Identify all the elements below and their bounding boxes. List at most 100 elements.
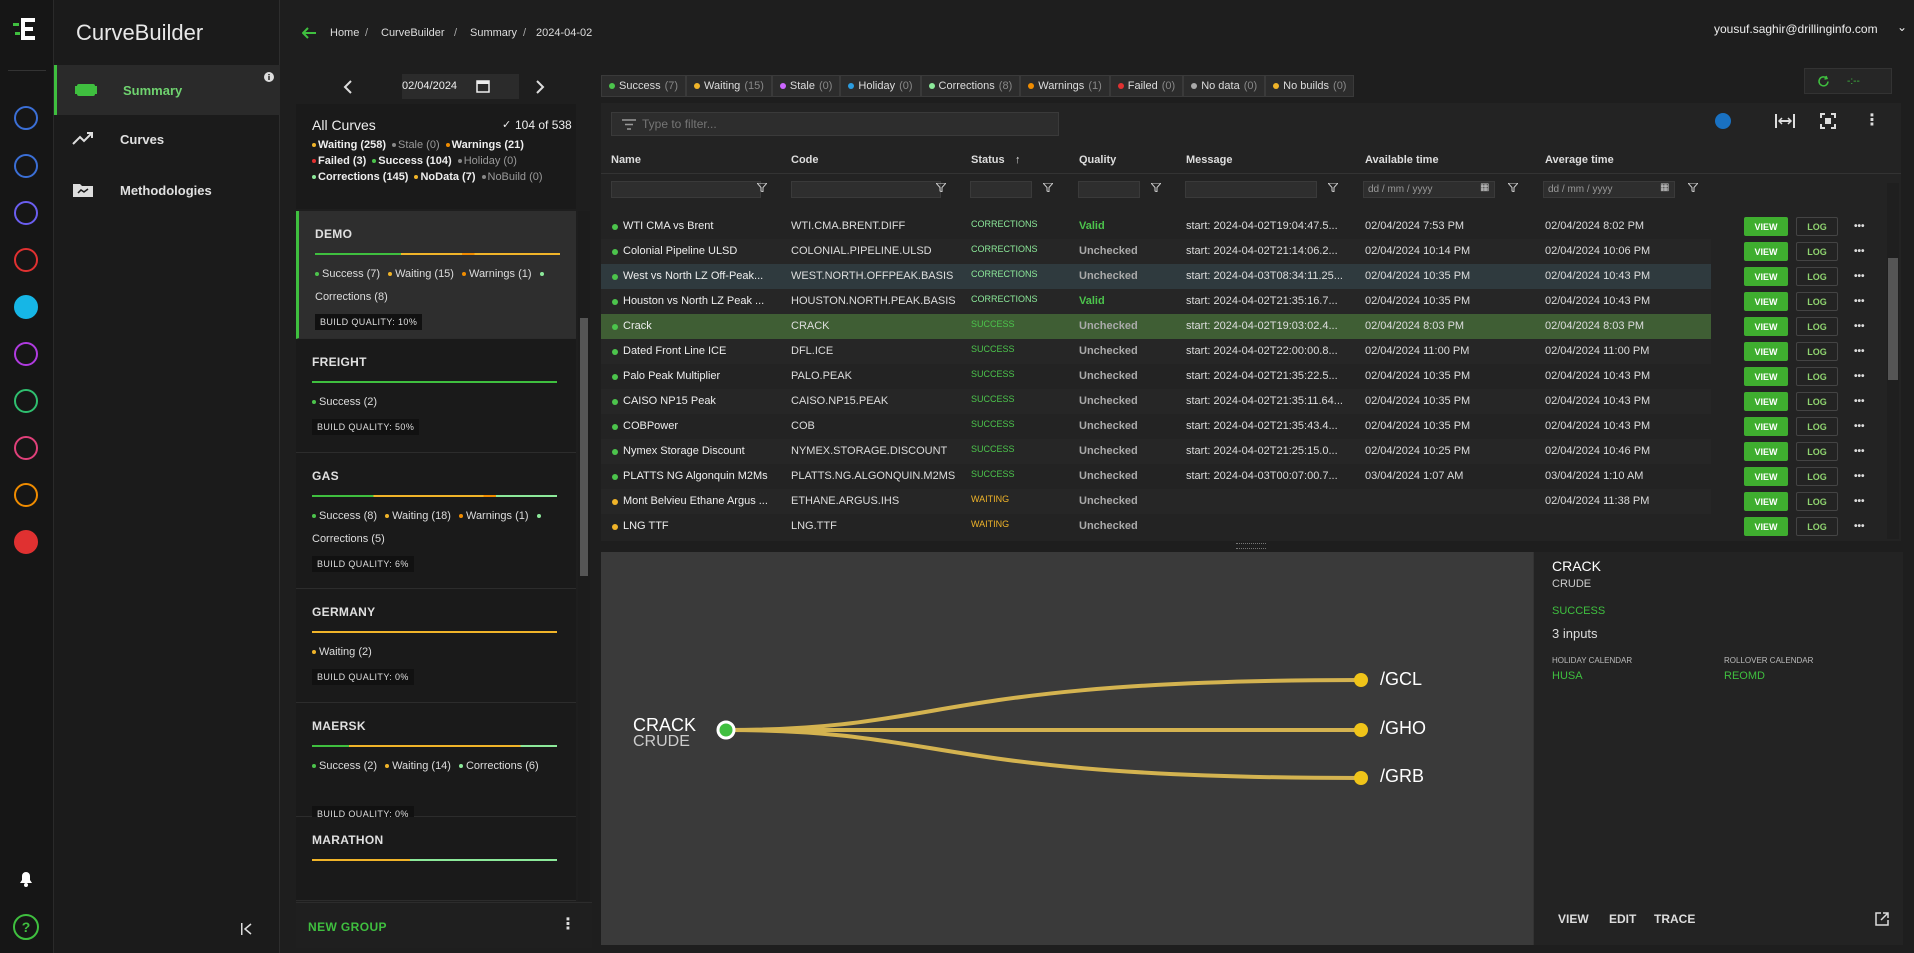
- table-row[interactable]: CAISO NP15 Peak CAISO.NP15.PEAK SUCCESS Unc…: [601, 389, 1711, 414]
- table-row[interactable]: LNG TTF LNG.TTF WAITING Unchecked: [601, 514, 1711, 539]
- view-button[interactable]: VIEW: [1744, 492, 1788, 511]
- row-menu-icon[interactable]: •••: [1854, 496, 1865, 507]
- quality-filter-input[interactable]: [1078, 181, 1140, 198]
- table-row[interactable]: Houston vs North LZ Peak ... HOUSTON.NORT…: [601, 289, 1711, 314]
- table-row[interactable]: West vs North LZ Off-Peak... WEST.NORTH.O…: [601, 264, 1711, 289]
- view-button[interactable]: VIEW: [1744, 442, 1788, 461]
- power-icon[interactable]: [14, 530, 38, 554]
- log-button[interactable]: LOG: [1796, 517, 1838, 536]
- log-button[interactable]: LOG: [1796, 292, 1838, 311]
- funnel-icon[interactable]: [1328, 183, 1338, 192]
- fit-width-icon[interactable]: [1775, 114, 1795, 128]
- collapse-icon[interactable]: [240, 922, 254, 936]
- monitor-icon[interactable]: [14, 201, 38, 225]
- group-card-demo[interactable]: DEMO Success (7) Waiting (15) Warnings (1) C…: [296, 211, 576, 339]
- table-row[interactable]: Nymex Storage Discount NYMEX.STORAGE.DISC…: [601, 439, 1711, 464]
- column-status[interactable]: Status: [971, 154, 1005, 166]
- bank-icon[interactable]: [14, 106, 38, 130]
- row-menu-icon[interactable]: •••: [1854, 521, 1865, 532]
- chevron-down-icon[interactable]: ⌄: [1897, 20, 1907, 34]
- log-button[interactable]: LOG: [1796, 267, 1838, 286]
- status-chip-stale[interactable]: Stale (0): [771, 75, 841, 97]
- curve-stat[interactable]: Waiting (258): [312, 137, 386, 153]
- funnel-icon[interactable]: [757, 183, 767, 192]
- status-filter-input[interactable]: [970, 181, 1032, 198]
- row-menu-icon[interactable]: •••: [1854, 396, 1865, 407]
- help-icon[interactable]: ?: [12, 913, 40, 941]
- curve-stat[interactable]: Holiday (0): [457, 153, 517, 169]
- log-button[interactable]: LOG: [1796, 417, 1838, 436]
- view-button[interactable]: VIEW: [1744, 342, 1788, 361]
- group-card-marathon[interactable]: MARATHON: [296, 817, 576, 901]
- status-chip-success[interactable]: Success (7): [601, 75, 687, 97]
- log-button[interactable]: LOG: [1796, 367, 1838, 386]
- info-icon[interactable]: [264, 72, 274, 82]
- table-row[interactable]: Dated Front Line ICE DFL.ICE SUCCESS Unchec…: [601, 339, 1711, 364]
- status-chip-warnings[interactable]: Warnings (1): [1020, 75, 1110, 97]
- filter-box[interactable]: [611, 112, 1059, 136]
- curve-stat[interactable]: NoBuild (0): [481, 169, 543, 185]
- input-node-gcl[interactable]: [1354, 673, 1368, 687]
- holiday-calendar-value[interactable]: HUSA: [1552, 670, 1583, 682]
- message-filter-input[interactable]: [1185, 181, 1317, 198]
- filter-input[interactable]: [642, 115, 1042, 133]
- refresh-control[interactable]: -:--: [1804, 68, 1892, 94]
- table-row[interactable]: Mont Belvieu Ethane Argus ... ETHANE.ARGU…: [601, 489, 1711, 514]
- table-menu-icon[interactable]: ⋮: [1864, 110, 1880, 130]
- group-card-gas[interactable]: GAS Success (8) Waiting (18) Warnings (1) Co…: [296, 453, 576, 589]
- status-chip-holiday[interactable]: Holiday (0): [840, 75, 921, 97]
- view-button[interactable]: VIEW: [1744, 417, 1788, 436]
- view-button[interactable]: VIEW: [1744, 317, 1788, 336]
- average-time-filter[interactable]: dd / mm / yyyy ▦: [1543, 181, 1675, 198]
- column-available-time[interactable]: Available time: [1365, 154, 1439, 166]
- back-arrow-icon[interactable]: [302, 27, 316, 39]
- table-row[interactable]: Palo Peak Multiplier PALO.PEAK SUCCESS Unch…: [601, 364, 1711, 389]
- edit-badge-icon[interactable]: [1715, 113, 1731, 129]
- calendar-icon[interactable]: ▦: [1480, 182, 1489, 193]
- table-scrollbar[interactable]: [1887, 183, 1899, 539]
- row-menu-icon[interactable]: •••: [1854, 246, 1865, 257]
- table-row[interactable]: PLATTS NG Algonquin M2Ms PLATTS.NG.ALGONQ…: [601, 464, 1711, 489]
- log-button[interactable]: LOG: [1796, 217, 1838, 236]
- fullscreen-icon[interactable]: [1820, 113, 1836, 129]
- row-menu-icon[interactable]: •••: [1854, 346, 1865, 357]
- status-chip-corrections[interactable]: Corrections (8): [920, 75, 1021, 97]
- curve-stat[interactable]: NoData (7): [414, 169, 476, 185]
- curve-stat[interactable]: Corrections (145): [312, 169, 408, 185]
- bell-icon[interactable]: [16, 868, 36, 888]
- log-button[interactable]: LOG: [1796, 492, 1838, 511]
- view-button[interactable]: VIEW: [1744, 292, 1788, 311]
- sort-up-icon[interactable]: ↑: [1015, 154, 1021, 166]
- group-scrollbar[interactable]: [578, 211, 590, 901]
- new-group-button[interactable]: NEW GROUP: [308, 920, 387, 934]
- row-menu-icon[interactable]: •••: [1854, 471, 1865, 482]
- row-menu-icon[interactable]: •••: [1854, 271, 1865, 282]
- status-chip-no-data[interactable]: No data (0): [1183, 75, 1266, 97]
- group-card-germany[interactable]: GERMANY Waiting (2) BUILD QUALITY: 0%: [296, 589, 576, 703]
- all-curves-card[interactable]: All Curves ✓ 104 of 538 Waiting (258) Sta…: [296, 104, 576, 209]
- log-button[interactable]: LOG: [1796, 392, 1838, 411]
- code-filter-input[interactable]: [791, 181, 941, 198]
- funnel-icon[interactable]: [1688, 183, 1698, 192]
- calendar-icon[interactable]: ▦: [1660, 182, 1669, 193]
- nav-item-curves[interactable]: Curves: [54, 114, 280, 164]
- view-button[interactable]: VIEW: [1744, 217, 1788, 236]
- list-icon[interactable]: [14, 248, 38, 272]
- detail-view-button[interactable]: VIEW: [1558, 912, 1589, 926]
- row-menu-icon[interactable]: •••: [1854, 446, 1865, 457]
- row-menu-icon[interactable]: •••: [1854, 421, 1865, 432]
- resize-handle[interactable]: [1236, 543, 1266, 549]
- funnel-icon[interactable]: [936, 183, 946, 192]
- column-message[interactable]: Message: [1186, 154, 1232, 166]
- view-button[interactable]: VIEW: [1744, 517, 1788, 536]
- view-button[interactable]: VIEW: [1744, 467, 1788, 486]
- app-logo-icon[interactable]: [12, 14, 42, 44]
- curve-stat[interactable]: Failed (3): [312, 153, 366, 169]
- funnel-icon[interactable]: [1151, 183, 1161, 192]
- curve-stat[interactable]: Stale (0): [392, 137, 440, 153]
- input-node-gho[interactable]: [1354, 723, 1368, 737]
- user-email[interactable]: yousuf.saghir@drillinginfo.com: [1714, 22, 1878, 36]
- user-icon[interactable]: [14, 483, 38, 507]
- log-button[interactable]: LOG: [1796, 442, 1838, 461]
- chart-app-icon[interactable]: [14, 295, 38, 319]
